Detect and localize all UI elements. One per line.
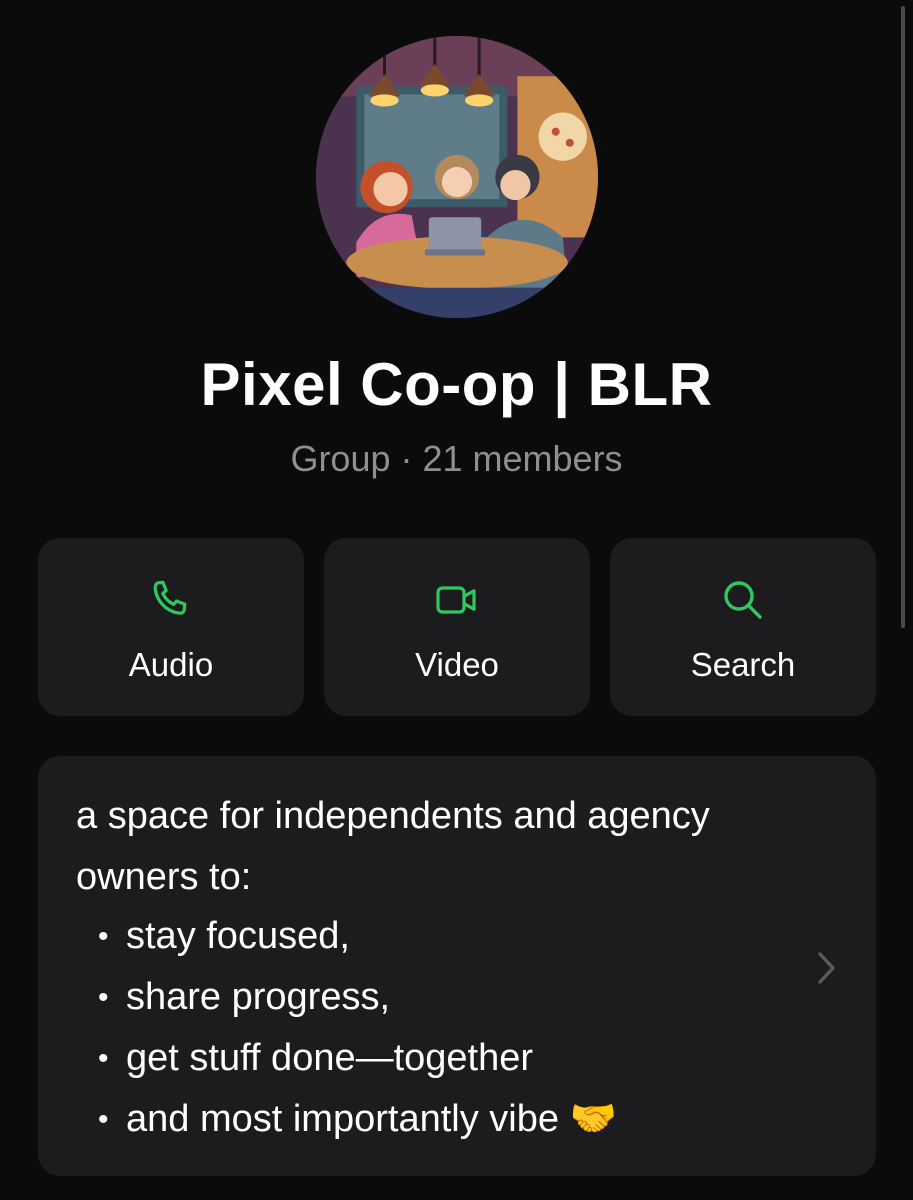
description-bullets: • stay focused, • share progress, • get … [98, 906, 617, 1150]
bullet-dot-icon: • [98, 1042, 109, 1075]
search-label: Search [690, 646, 796, 683]
search-icon [719, 576, 767, 624]
phone-icon [147, 576, 195, 624]
group-info-screen: Pixel Co-op | BLR Group · 21 members Aud… [0, 0, 913, 1200]
video-camera-icon [433, 576, 481, 624]
audio-label: Audio [128, 646, 214, 683]
description-intro: a space for independents and agency owne… [76, 795, 710, 898]
list-item: • share progress, [98, 967, 617, 1028]
bullet-text: share progress, [126, 976, 391, 1018]
bullet-text: get stuff done—together [126, 1037, 534, 1079]
group-avatar-illustration [316, 36, 598, 318]
list-item: • and most importantly vibe 🤝 [98, 1089, 617, 1150]
list-item: • get stuff done—together [98, 1028, 617, 1089]
bullet-dot-icon: • [98, 981, 109, 1014]
group-avatar[interactable] [316, 36, 598, 318]
video-call-button[interactable]: Video [324, 538, 590, 716]
chevron-right-icon[interactable] [816, 950, 838, 986]
group-title: Pixel Co-op | BLR [200, 351, 713, 418]
bullet-text: stay focused, [126, 915, 350, 957]
scrollbar[interactable] [901, 6, 905, 628]
search-button[interactable]: Search [610, 538, 876, 716]
video-label: Video [415, 646, 499, 683]
group-description-card[interactable]: a space for independents and agency owne… [38, 756, 876, 1176]
group-subtitle: Group · 21 members [290, 438, 623, 479]
audio-call-button[interactable]: Audio [38, 538, 304, 716]
list-item: • stay focused, [98, 906, 617, 967]
action-buttons: Audio Video Search [38, 538, 876, 716]
bullet-dot-icon: • [98, 1103, 109, 1136]
bullet-dot-icon: • [98, 920, 109, 953]
bullet-text: and most importantly vibe 🤝 [126, 1098, 617, 1140]
